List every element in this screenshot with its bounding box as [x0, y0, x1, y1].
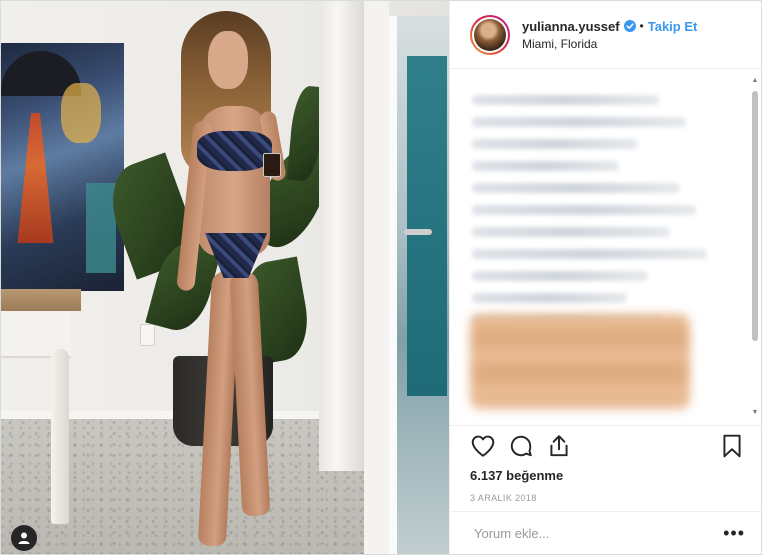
likes-count[interactable]: 6.137 beğenme: [450, 468, 761, 483]
share-icon[interactable]: [546, 433, 572, 459]
painting-splash: [86, 183, 116, 273]
photo-side-table: [1, 289, 81, 529]
header-text: yulianna.yussef • Takip Et Miami, Florid…: [522, 19, 697, 51]
blurred-comment-line: [472, 293, 627, 303]
painting-splash: [61, 83, 101, 143]
painting-figure: [17, 113, 54, 243]
tagged-user-icon[interactable]: [11, 525, 37, 551]
user-icon: [18, 532, 30, 544]
post-actions: [450, 425, 761, 466]
blurred-comment-line: [472, 227, 670, 237]
door-jamb: [364, 1, 389, 554]
avatar-border: [472, 16, 508, 53]
comments-list[interactable]: ▲ ▼: [450, 69, 761, 425]
blurred-comment-line: [472, 95, 659, 105]
person-cup: [263, 153, 281, 177]
header-separator: •: [639, 19, 644, 33]
heart-icon[interactable]: [470, 433, 496, 459]
post-header: yulianna.yussef • Takip Et Miami, Florid…: [450, 1, 761, 69]
bookmark-icon[interactable]: [719, 433, 745, 459]
person-leg: [229, 270, 271, 517]
blurred-comment-line: [472, 161, 619, 171]
blurred-emoji-row: [470, 364, 690, 382]
person-bottom: [205, 233, 267, 278]
more-options-icon[interactable]: •••: [723, 524, 745, 542]
scroll-thumb[interactable]: [752, 91, 758, 341]
door-glass-reflection: [407, 56, 447, 396]
scroll-up-arrow-icon[interactable]: ▲: [751, 77, 759, 85]
blurred-comment-line: [472, 205, 697, 215]
blurred-comment-line: [472, 117, 686, 127]
table-top: [1, 289, 81, 311]
table-leg: [51, 349, 69, 524]
comment-icon[interactable]: [508, 433, 534, 459]
location-link[interactable]: Miami, Florida: [522, 37, 697, 51]
post-view: yulianna.yussef • Takip Et Miami, Florid…: [0, 0, 762, 555]
blurred-emoji-row: [470, 329, 690, 347]
header-top-row: yulianna.yussef • Takip Et: [522, 19, 697, 34]
post-photo[interactable]: [1, 1, 449, 554]
scroll-down-arrow-icon[interactable]: ▼: [751, 409, 759, 417]
door-glass: [389, 16, 449, 554]
username-link[interactable]: yulianna.yussef: [522, 19, 620, 34]
blurred-comment-line: [472, 139, 638, 149]
person-top: [197, 131, 272, 171]
verified-badge-icon: [623, 20, 636, 32]
blurred-comment-line: [472, 183, 681, 193]
door-handle: [404, 229, 432, 235]
blurred-emoji-block: [470, 314, 690, 409]
add-comment-bar: •••: [450, 511, 761, 554]
follow-button[interactable]: Takip Et: [648, 19, 698, 34]
avatar[interactable]: [470, 14, 510, 55]
post-date[interactable]: 3 ARALIK 2018: [450, 493, 761, 503]
avatar-image: [474, 18, 506, 51]
door-trim: [319, 1, 364, 471]
blurred-comment-line: [472, 271, 649, 281]
person-face: [208, 31, 248, 89]
comments-scrollbar[interactable]: ▲ ▼: [751, 77, 759, 417]
post-side-panel: yulianna.yussef • Takip Et Miami, Florid…: [449, 1, 761, 554]
photo-doorframe: [319, 1, 449, 554]
blurred-comment-line: [472, 249, 707, 259]
comment-input[interactable]: [472, 524, 724, 542]
photo-painting: [1, 43, 124, 291]
photo-person: [173, 11, 293, 554]
